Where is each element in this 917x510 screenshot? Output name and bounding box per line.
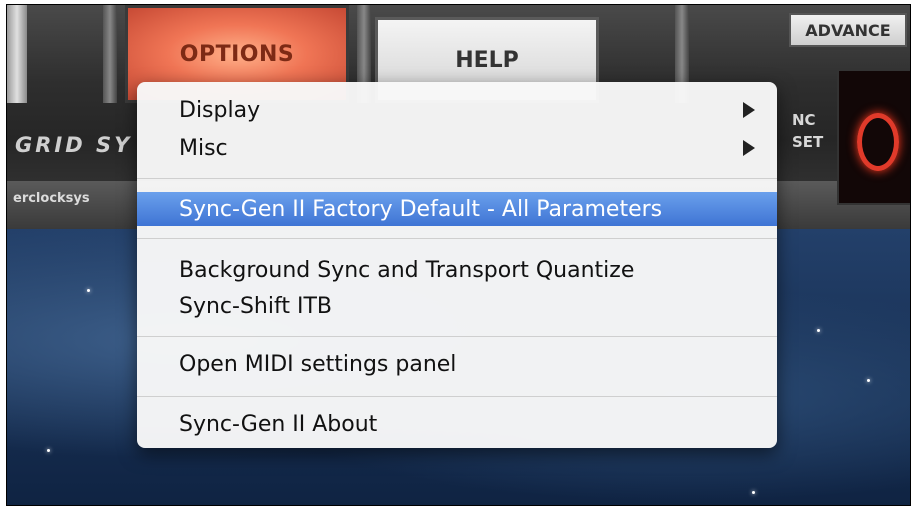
menu-item-background-sync[interactable]: Background Sync and Transport Quantize xyxy=(137,254,777,286)
star-icon xyxy=(87,289,90,292)
app-window: OPTIONS HELP ADVANCE GRID SY erclocksys … xyxy=(6,4,911,506)
sync-reset-label-line2: SET xyxy=(792,133,824,151)
sync-reset-label-line1: NC xyxy=(792,111,816,129)
led-display xyxy=(837,69,910,205)
menu-item-label: Open MIDI settings panel xyxy=(179,351,457,377)
menu-item-midi-settings[interactable]: Open MIDI settings panel xyxy=(137,348,777,380)
submenu-arrow-icon xyxy=(743,140,755,156)
brand-subtitle: erclocksys xyxy=(13,191,90,206)
left-slider[interactable] xyxy=(7,5,27,103)
star-icon xyxy=(47,449,50,452)
star-icon xyxy=(867,379,870,382)
options-button-label: OPTIONS xyxy=(179,41,295,67)
help-button-label: HELP xyxy=(455,47,519,73)
divider-slot xyxy=(103,5,117,103)
advance-button[interactable]: ADVANCE xyxy=(789,13,907,47)
star-icon xyxy=(817,329,820,332)
menu-item-label: Sync-Gen II Factory Default - All Parame… xyxy=(179,196,663,222)
submenu-arrow-icon xyxy=(743,102,755,118)
menu-item-label: Sync-Gen II About xyxy=(179,411,378,437)
menu-item-label: Display xyxy=(179,97,261,123)
menu-item-display[interactable]: Display xyxy=(137,94,777,126)
menu-separator xyxy=(137,336,777,337)
menu-item-label: Background Sync and Transport Quantize xyxy=(179,257,635,283)
menu-item-factory-default[interactable]: Sync-Gen II Factory Default - All Parame… xyxy=(137,192,777,226)
led-ring-icon xyxy=(857,113,899,171)
menu-item-about[interactable]: Sync-Gen II About xyxy=(137,408,777,440)
menu-item-label: Sync-Shift ITB xyxy=(179,293,332,319)
menu-item-label: Misc xyxy=(179,135,228,161)
menu-separator xyxy=(137,178,777,179)
options-context-menu: Display Misc Sync-Gen II Factory Default… xyxy=(137,82,777,448)
star-icon xyxy=(752,491,755,494)
advance-button-label: ADVANCE xyxy=(805,20,891,40)
sync-reset-label: NC SET xyxy=(792,109,823,153)
menu-item-sync-shift-itb[interactable]: Sync-Shift ITB xyxy=(137,290,777,322)
menu-item-misc[interactable]: Misc xyxy=(137,132,777,164)
brand-title: GRID SY xyxy=(15,133,133,157)
menu-separator xyxy=(137,396,777,397)
menu-separator xyxy=(137,238,777,239)
